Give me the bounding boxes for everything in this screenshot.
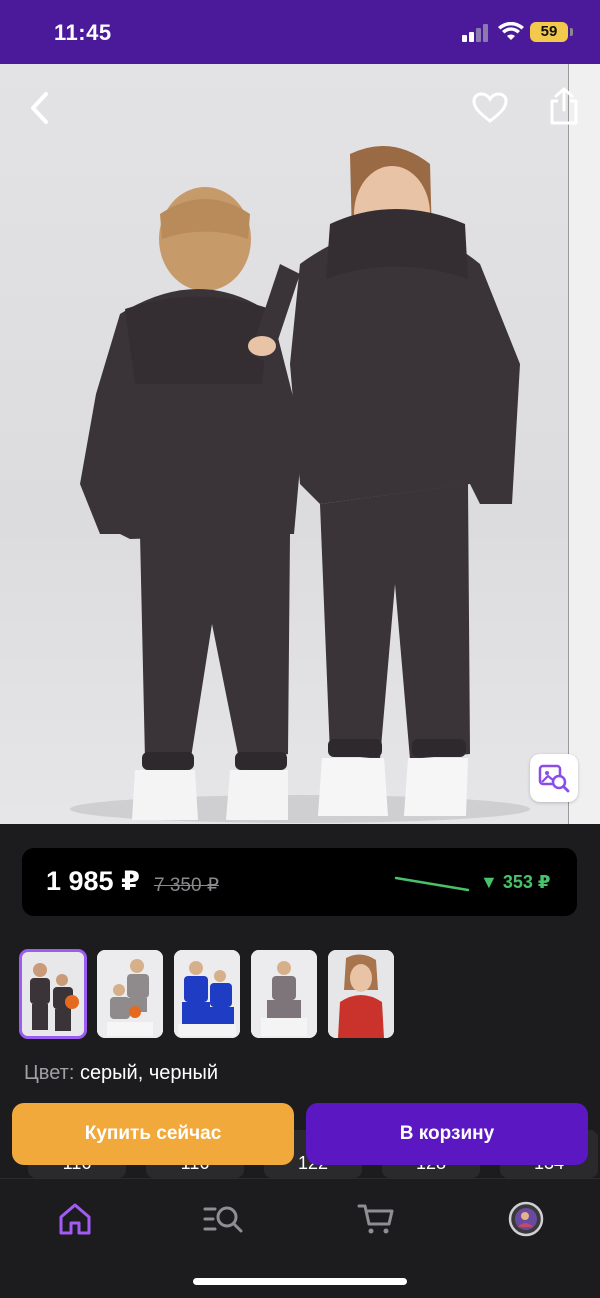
favorite-button[interactable] (470, 88, 510, 128)
price-drop: ▼ 353 ₽ (480, 872, 551, 892)
product-image[interactable] (0, 64, 568, 824)
wifi-icon (498, 22, 524, 40)
signal-icon (462, 24, 490, 42)
color-label: Цвет: (24, 1062, 75, 1084)
thumbnail-image (174, 950, 240, 1038)
color-value: серый, черный (79, 1062, 219, 1084)
price-card[interactable]: 1 985 ₽ 7 350 ₽ ▼ 353 ₽ (22, 848, 577, 916)
image-search-icon (538, 764, 570, 793)
thumbnail-image (20, 950, 86, 1038)
cart-icon (357, 1204, 394, 1234)
price-trend-sparkline (394, 876, 470, 892)
thumbnail-1[interactable] (19, 949, 87, 1039)
nav-home[interactable] (53, 1197, 97, 1241)
thumbnail-2[interactable] (97, 950, 163, 1038)
thumbnail-4[interactable] (251, 950, 317, 1038)
thumbnail-image (251, 950, 317, 1038)
home-indicator (193, 1278, 407, 1285)
share-icon (550, 87, 578, 125)
catalog-search-icon (203, 1206, 243, 1233)
home-icon (59, 1203, 91, 1235)
price-old: 7 350 ₽ (154, 875, 219, 896)
heart-icon (472, 92, 508, 123)
color-row: Цвет: серый, черный (24, 1062, 218, 1085)
nav-profile[interactable] (504, 1197, 548, 1241)
battery-indicator: 59 (530, 22, 573, 42)
back-button[interactable] (22, 90, 58, 126)
product-photo (70, 146, 530, 823)
next-image-peek[interactable] (568, 64, 600, 824)
nav-cart[interactable] (354, 1197, 398, 1241)
add-to-cart-button[interactable]: В корзину (306, 1103, 588, 1165)
image-search-button[interactable] (530, 754, 578, 802)
profile-avatar (508, 1201, 544, 1237)
buy-now-button[interactable]: Купить сейчас (12, 1103, 294, 1165)
share-button[interactable] (544, 84, 584, 128)
thumbnail-3[interactable] (174, 950, 240, 1038)
thumbnail-image (97, 950, 163, 1038)
status-bar: 11:45 59 (0, 0, 600, 64)
status-time: 11:45 (54, 20, 112, 45)
thumbnail-image (328, 950, 394, 1038)
thumbnail-strip (19, 949, 394, 1039)
price-current: 1 985 ₽ (46, 866, 140, 896)
thumbnail-5[interactable] (328, 950, 394, 1038)
nav-catalog[interactable] (202, 1197, 246, 1241)
chevron-left-icon (31, 92, 48, 124)
